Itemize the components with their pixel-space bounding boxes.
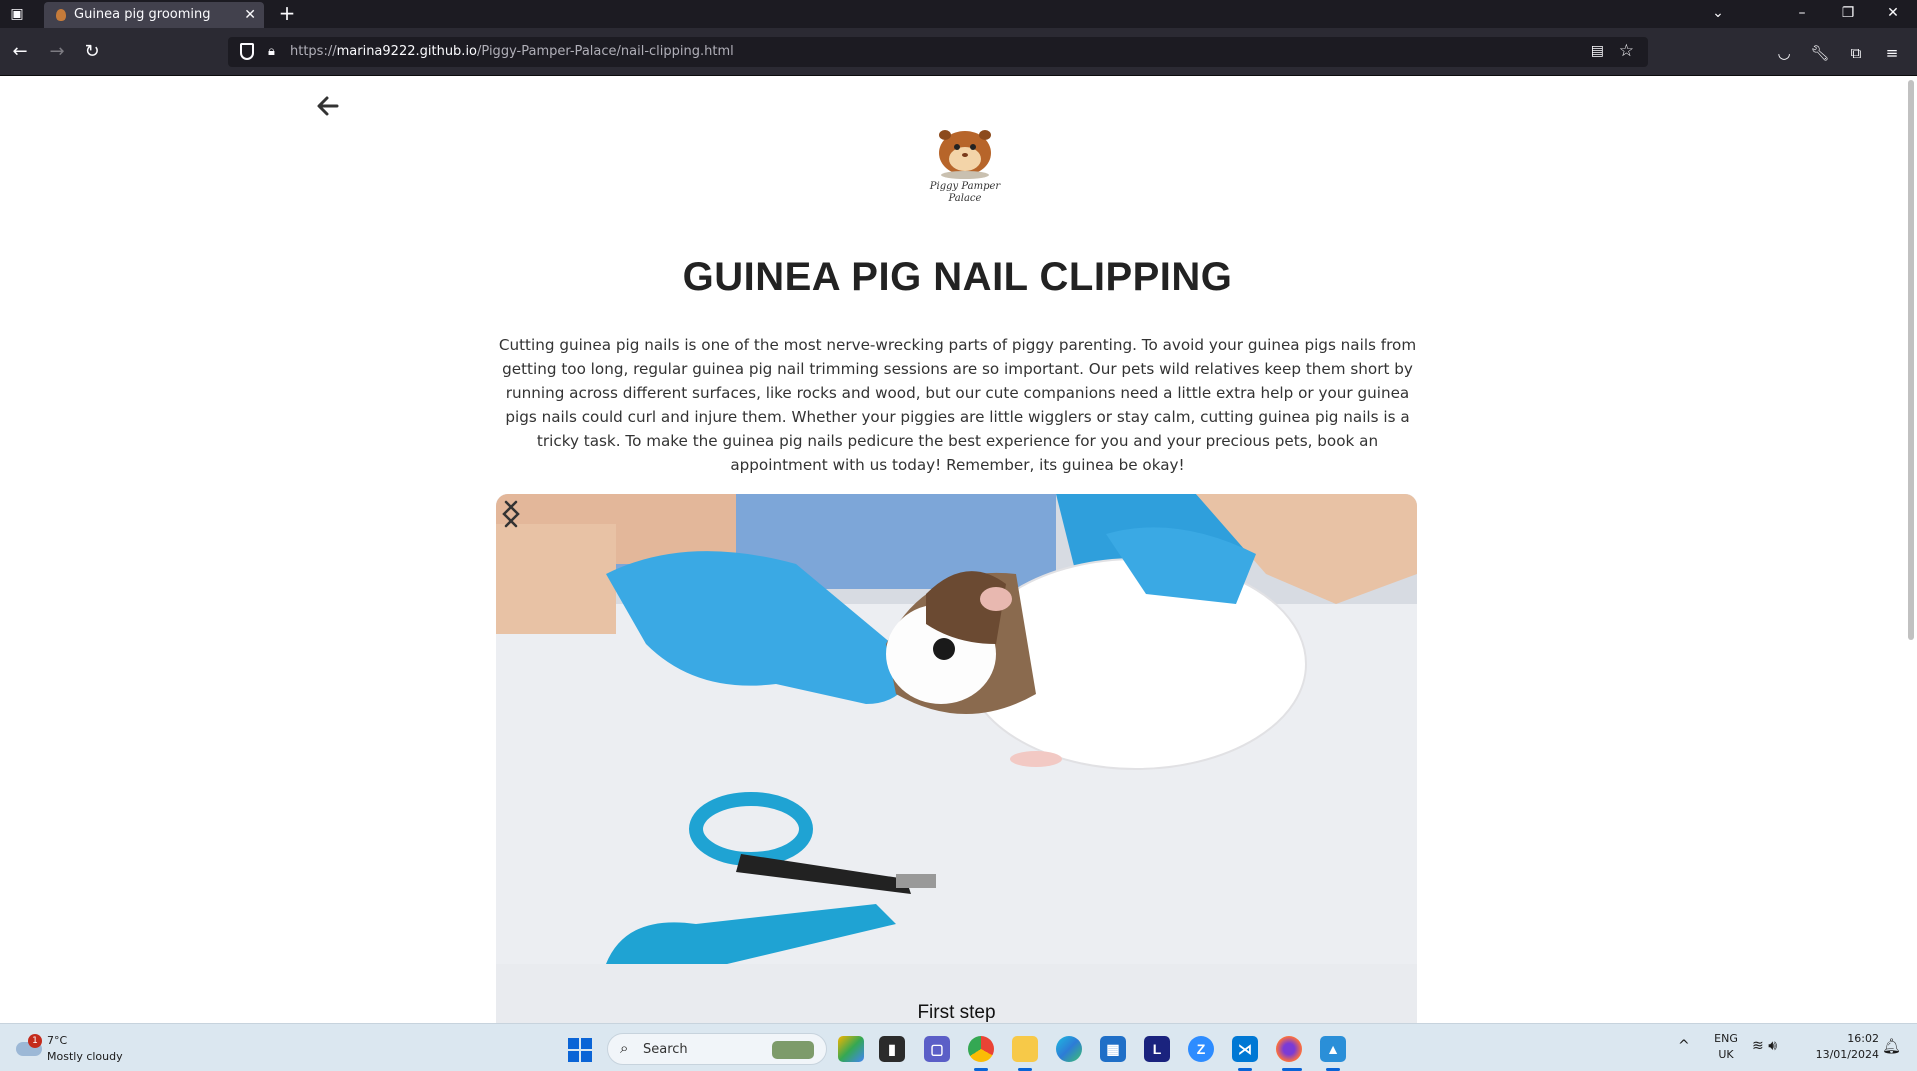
vscode-icon[interactable]: ⋊ bbox=[1232, 1036, 1258, 1062]
network-volume-tray[interactable]: ≋ 🔊︎ bbox=[1752, 1038, 1777, 1054]
tab-list-icon[interactable]: ▣ bbox=[6, 4, 28, 24]
close-window-button[interactable]: ✕ bbox=[1873, 0, 1913, 28]
weather-temperature: 7°C bbox=[47, 1034, 68, 1047]
piggy-pamper-palace-logo[interactable]: Piggy Pamper Palace bbox=[927, 115, 1003, 205]
photos-icon[interactable]: ▲ bbox=[1320, 1036, 1346, 1062]
bookmark-star-icon[interactable]: ☆ bbox=[1619, 41, 1634, 61]
tracking-protection-shield-icon[interactable] bbox=[240, 43, 254, 60]
clock-time: 16:02 bbox=[1847, 1032, 1879, 1045]
store-icon[interactable]: ▦ bbox=[1100, 1036, 1126, 1062]
taskbar-search[interactable]: ⌕ Search bbox=[607, 1033, 827, 1065]
page-title: GUINEA PIG NAIL CLIPPING bbox=[682, 255, 1233, 299]
terminal-icon[interactable]: ▮ bbox=[879, 1036, 905, 1062]
back-arrow-icon[interactable] bbox=[313, 91, 343, 121]
language-code: ENG bbox=[1714, 1032, 1738, 1045]
address-bar[interactable]: 🔒︎ https://marina9222.github.io/Piggy-Pa… bbox=[228, 37, 1648, 67]
close-tab-icon[interactable]: ✕ bbox=[244, 2, 256, 28]
page-scrollbar[interactable] bbox=[1908, 80, 1914, 640]
intro-paragraph: Cutting guinea pig nails is one of the m… bbox=[498, 336, 1417, 474]
web-page: Piggy Pamper Palace GUINEA PIG NAIL CLIP… bbox=[0, 77, 1905, 1023]
url-text[interactable]: https://marina9222.github.io/Piggy-Pampe… bbox=[290, 37, 734, 67]
svg-text:Piggy Pamper: Piggy Pamper bbox=[929, 181, 1002, 192]
windows-start-icon[interactable] bbox=[568, 1038, 592, 1062]
wifi-icon: ≋ bbox=[1752, 1038, 1764, 1054]
weather-condition: Mostly cloudy bbox=[47, 1050, 123, 1063]
firefox-icon[interactable] bbox=[1276, 1036, 1302, 1062]
wrench-icon[interactable]: 🔧︎ bbox=[1809, 42, 1831, 64]
show-hidden-icons-chevron-icon[interactable]: ^ bbox=[1678, 1038, 1690, 1054]
reload-icon[interactable]: ↻ bbox=[80, 40, 104, 64]
image-carousel[interactable]: First step bbox=[496, 494, 1417, 1023]
edge-icon[interactable] bbox=[1056, 1036, 1082, 1062]
nail-clipping-photo bbox=[496, 494, 1417, 1023]
browser-nav-bar: ← → ↻ 🔒︎ https://marina9222.github.io/Pi… bbox=[0, 28, 1917, 76]
extensions-icon[interactable]: ⧉ bbox=[1845, 42, 1867, 64]
reader-view-icon[interactable]: ▤ bbox=[1591, 43, 1604, 59]
search-highlight-image bbox=[772, 1041, 814, 1059]
zoom-icon[interactable]: Z bbox=[1188, 1036, 1214, 1062]
guinea-pig-favicon-icon bbox=[56, 9, 66, 21]
tab-title: Guinea pig grooming bbox=[74, 7, 211, 22]
restore-button[interactable]: ❐ bbox=[1828, 0, 1868, 28]
volume-icon: 🔊︎ bbox=[1768, 1038, 1778, 1054]
pocket-icon[interactable]: ◡ bbox=[1773, 42, 1795, 64]
keyboard-layout: UK bbox=[1718, 1048, 1734, 1061]
windows-taskbar: 1 7°C Mostly cloudy ⌕ Search ▮ ▢ ▦ L Z ⋊… bbox=[0, 1023, 1917, 1071]
teams-icon[interactable]: ▢ bbox=[924, 1036, 950, 1062]
menu-icon[interactable]: ≡ bbox=[1881, 42, 1903, 64]
system-clock[interactable]: 16:02 13/01/2024 bbox=[1803, 1031, 1879, 1063]
browser-tab-bar: ▣ Guinea pig grooming ✕ + ⌄ – ❐ ✕ bbox=[0, 0, 1917, 28]
clock-date: 13/01/2024 bbox=[1815, 1048, 1879, 1061]
notification-bell-icon[interactable]: 🔔︎ bbox=[1882, 1037, 1901, 1055]
lock-icon[interactable]: 🔒︎ bbox=[268, 44, 275, 59]
tab-guinea-pig-grooming[interactable]: Guinea pig grooming ✕ bbox=[44, 2, 264, 28]
chrome-icon[interactable] bbox=[968, 1036, 994, 1062]
carousel-caption: First step bbox=[917, 1002, 996, 1023]
tab-overflow-chevron-icon[interactable]: ⌄ bbox=[1698, 0, 1738, 28]
forward-icon[interactable]: → bbox=[45, 40, 69, 64]
weather-badge: 1 bbox=[28, 1034, 42, 1048]
back-icon[interactable]: ← bbox=[8, 40, 32, 64]
copilot-icon[interactable] bbox=[838, 1036, 864, 1062]
weather-widget[interactable]: 1 7°C Mostly cloudy bbox=[12, 1030, 152, 1068]
language-indicator[interactable]: ENG UK bbox=[1712, 1031, 1740, 1063]
svg-text:Palace: Palace bbox=[948, 193, 982, 204]
carousel-next-icon[interactable] bbox=[496, 494, 526, 534]
search-icon: ⌕ bbox=[620, 1039, 629, 1057]
search-placeholder: Search bbox=[643, 1042, 688, 1057]
file-explorer-icon[interactable] bbox=[1012, 1036, 1038, 1062]
new-tab-button[interactable]: + bbox=[277, 0, 297, 28]
minimize-button[interactable]: – bbox=[1782, 0, 1822, 28]
l-app-icon[interactable]: L bbox=[1144, 1036, 1170, 1062]
